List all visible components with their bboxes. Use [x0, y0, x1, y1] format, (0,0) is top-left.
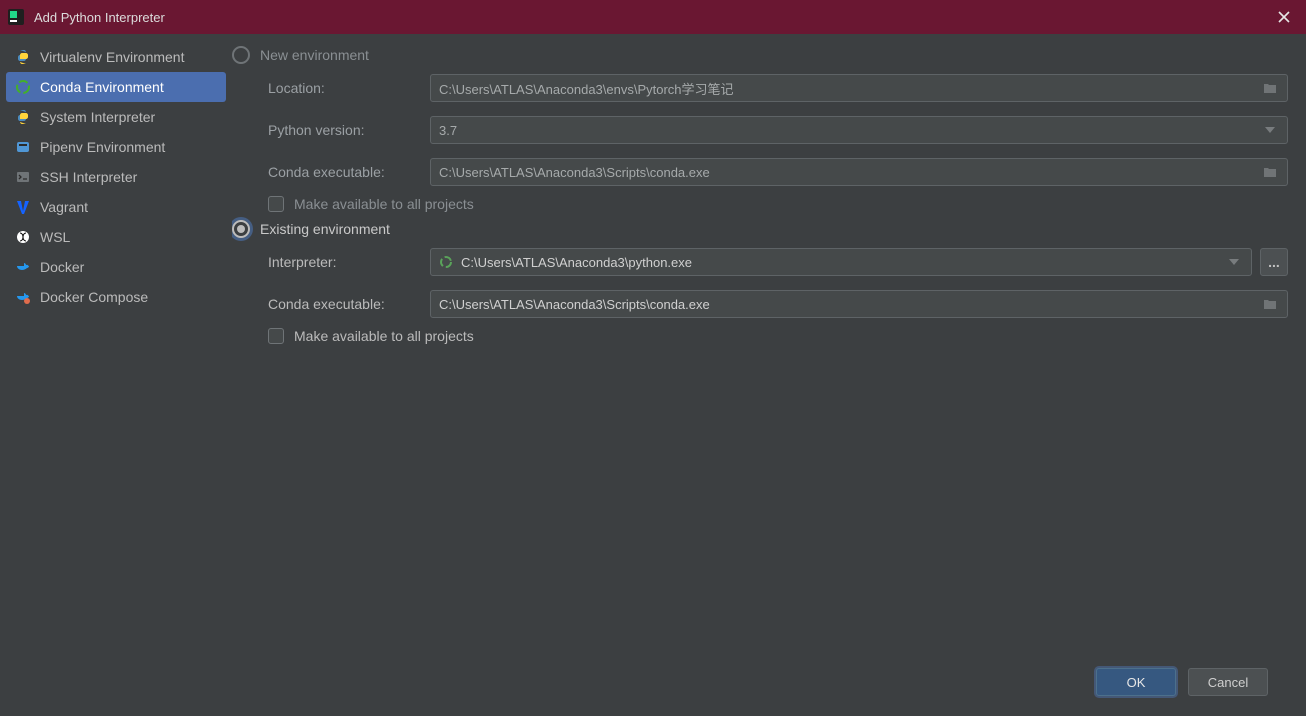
sidebar-item-conda[interactable]: Conda Environment — [6, 72, 226, 102]
new-env-radio-label: New environment — [260, 47, 369, 63]
conda-exec-field-existing[interactable]: C:\Users\ATLAS\Anaconda3\Scripts\conda.e… — [430, 290, 1288, 318]
dialog-footer: OK Cancel — [232, 656, 1288, 708]
make-available-existing-row[interactable]: Make available to all projects — [268, 328, 1288, 344]
sidebar-item-system[interactable]: System Interpreter — [6, 102, 226, 132]
sidebar-item-label: Conda Environment — [40, 79, 164, 95]
python-version-label: Python version: — [268, 122, 418, 138]
make-available-existing-label: Make available to all projects — [294, 328, 474, 344]
close-icon — [1278, 11, 1290, 23]
existing-env-radio-label: Existing environment — [260, 221, 390, 237]
existing-env-radio-row[interactable]: Existing environment — [232, 220, 1288, 238]
radio-icon — [232, 220, 250, 238]
sidebar-item-vagrant[interactable]: Vagrant — [6, 192, 226, 222]
cancel-button[interactable]: Cancel — [1188, 668, 1268, 696]
conda-exec-value: C:\Users\ATLAS\Anaconda3\Scripts\conda.e… — [439, 165, 710, 180]
interpreter-type-sidebar: Virtualenv Environment Conda Environment… — [0, 34, 232, 716]
interpreter-value: C:\Users\ATLAS\Anaconda3\python.exe — [461, 255, 692, 270]
conda-exec-field-new[interactable]: C:\Users\ATLAS\Anaconda3\Scripts\conda.e… — [430, 158, 1288, 186]
make-available-new-label: Make available to all projects — [294, 196, 474, 212]
conda-exec-label: Conda executable: — [268, 164, 418, 180]
python-icon — [14, 48, 32, 66]
vagrant-icon — [14, 198, 32, 216]
docker-compose-icon — [14, 288, 32, 306]
conda-spinner-icon — [439, 255, 453, 269]
checkbox-icon — [268, 196, 284, 212]
sidebar-item-pipenv[interactable]: Pipenv Environment — [6, 132, 226, 162]
ellipsis-icon: ... — [1268, 254, 1280, 270]
sidebar-item-virtualenv[interactable]: Virtualenv Environment — [6, 42, 226, 72]
sidebar-item-label: System Interpreter — [40, 109, 155, 125]
pipenv-icon — [14, 138, 32, 156]
window-title: Add Python Interpreter — [34, 10, 1268, 25]
sidebar-item-wsl[interactable]: WSL — [6, 222, 226, 252]
location-field[interactable]: C:\Users\ATLAS\Anaconda3\envs\Pytorch学习笔… — [430, 74, 1288, 102]
sidebar-item-label: Virtualenv Environment — [40, 49, 184, 65]
radio-icon — [232, 46, 250, 64]
new-env-radio-row[interactable]: New environment — [232, 46, 1288, 64]
existing-env-form: Interpreter: C:\Users\ATLAS\Anaconda3\py… — [268, 248, 1288, 318]
folder-icon — [1261, 79, 1279, 97]
browse-interpreter-button[interactable]: ... — [1260, 248, 1288, 276]
sidebar-item-ssh[interactable]: SSH Interpreter — [6, 162, 226, 192]
sidebar-item-label: Docker Compose — [40, 289, 148, 305]
make-available-new-row[interactable]: Make available to all projects — [268, 196, 1288, 212]
settings-panel: New environment Location: C:\Users\ATLAS… — [232, 34, 1306, 716]
interpreter-label: Interpreter: — [268, 254, 418, 270]
checkbox-icon — [268, 328, 284, 344]
chevron-down-icon — [1261, 121, 1279, 139]
conda-icon — [14, 78, 32, 96]
python-icon — [14, 108, 32, 126]
ssh-icon — [14, 168, 32, 186]
python-version-value: 3.7 — [439, 123, 457, 138]
sidebar-item-label: Vagrant — [40, 199, 88, 215]
titlebar: Add Python Interpreter — [0, 0, 1306, 34]
docker-icon — [14, 258, 32, 276]
location-label: Location: — [268, 80, 418, 96]
close-button[interactable] — [1268, 1, 1300, 33]
folder-icon — [1261, 163, 1279, 181]
folder-icon — [1261, 295, 1279, 313]
sidebar-item-docker-compose[interactable]: Docker Compose — [6, 282, 226, 312]
conda-exec-value-existing: C:\Users\ATLAS\Anaconda3\Scripts\conda.e… — [439, 297, 710, 312]
conda-exec-label-existing: Conda executable: — [268, 296, 418, 312]
sidebar-item-label: Docker — [40, 259, 84, 275]
wsl-icon — [14, 228, 32, 246]
python-version-select[interactable]: 3.7 — [430, 116, 1288, 144]
new-env-form: Location: C:\Users\ATLAS\Anaconda3\envs\… — [268, 74, 1288, 186]
chevron-down-icon — [1225, 253, 1243, 271]
interpreter-select[interactable]: C:\Users\ATLAS\Anaconda3\python.exe — [430, 248, 1252, 276]
pycharm-app-icon — [6, 7, 26, 27]
sidebar-item-label: WSL — [40, 229, 70, 245]
sidebar-item-docker[interactable]: Docker — [6, 252, 226, 282]
sidebar-item-label: SSH Interpreter — [40, 169, 137, 185]
sidebar-item-label: Pipenv Environment — [40, 139, 165, 155]
location-value: C:\Users\ATLAS\Anaconda3\envs\Pytorch学习笔… — [439, 79, 734, 98]
ok-button[interactable]: OK — [1096, 668, 1176, 696]
